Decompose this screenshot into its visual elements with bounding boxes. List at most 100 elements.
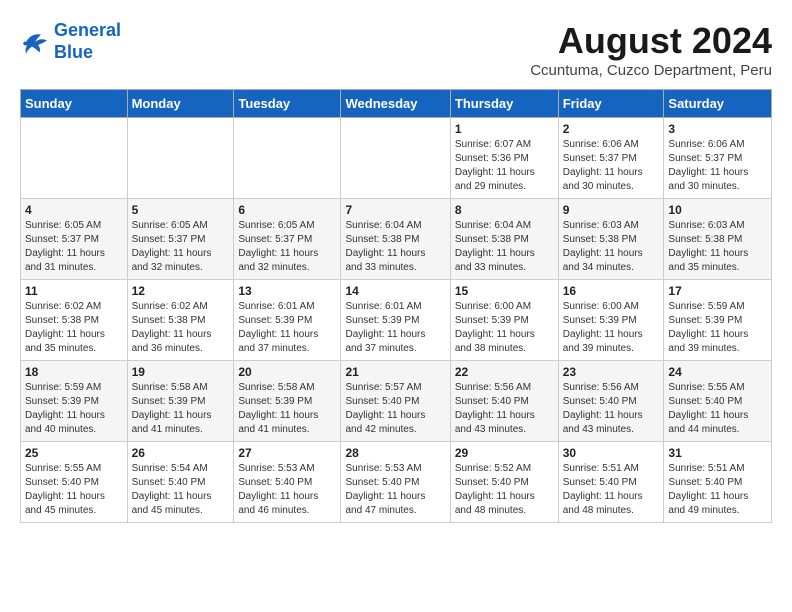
calendar-cell [341,118,450,199]
calendar-cell: 15 Sunrise: 6:00 AMSunset: 5:39 PMDayligh… [450,280,558,361]
day-number: 23 [563,365,660,379]
location: Ccuntuma, Cuzco Department, Peru [530,62,772,79]
weekday-header: Friday [558,90,664,118]
calendar-cell: 29 Sunrise: 5:52 AMSunset: 5:40 PMDayligh… [450,442,558,523]
calendar-cell [234,118,341,199]
calendar-cell: 10 Sunrise: 6:03 AMSunset: 5:38 PMDayligh… [664,199,772,280]
calendar-cell: 21 Sunrise: 5:57 AMSunset: 5:40 PMDayligh… [341,361,450,442]
logo-text: General Blue [54,20,121,63]
day-info: Sunrise: 6:01 AMSunset: 5:39 PMDaylight:… [345,300,445,356]
day-number: 20 [238,365,336,379]
day-number: 27 [238,446,336,460]
day-info: Sunrise: 6:05 AMSunset: 5:37 PMDaylight:… [132,219,230,275]
calendar-cell: 3 Sunrise: 6:06 AMSunset: 5:37 PMDaylight… [664,118,772,199]
calendar-cell: 23 Sunrise: 5:56 AMSunset: 5:40 PMDayligh… [558,361,664,442]
day-number: 13 [238,284,336,298]
calendar-cell: 7Sunrise: 6:04 AMSunset: 5:38 PMDaylight… [341,199,450,280]
day-info: Sunrise: 5:55 AMSunset: 5:40 PMDaylight:… [25,462,123,518]
day-number: 30 [563,446,660,460]
calendar-cell: 1 Sunrise: 6:07 AMSunset: 5:36 PMDaylight… [450,118,558,199]
day-info: Sunrise: 5:57 AMSunset: 5:40 PMDaylight:… [345,381,445,437]
day-info: Sunrise: 6:01 AMSunset: 5:39 PMDaylight:… [238,300,336,356]
calendar-week-row: 18 Sunrise: 5:59 AMSunset: 5:39 PMDayligh… [21,361,772,442]
calendar-cell: 5 Sunrise: 6:05 AMSunset: 5:37 PMDaylight… [127,199,234,280]
day-info: Sunrise: 6:05 AMSunset: 5:37 PMDaylight:… [25,219,123,275]
day-info: Sunrise: 5:56 AMSunset: 5:40 PMDaylight:… [563,381,660,437]
day-number: 2 [563,122,660,136]
weekday-header: Wednesday [341,90,450,118]
day-number: 15 [455,284,554,298]
calendar-cell: 24 Sunrise: 5:55 AMSunset: 5:40 PMDayligh… [664,361,772,442]
day-info: Sunrise: 6:06 AMSunset: 5:37 PMDaylight:… [668,138,767,194]
day-info: Sunrise: 5:58 AMSunset: 5:39 PMDaylight:… [132,381,230,437]
day-number: 11 [25,284,123,298]
logo-icon [20,27,50,57]
day-number: 12 [132,284,230,298]
day-info: Sunrise: 5:56 AMSunset: 5:40 PMDaylight:… [455,381,554,437]
day-number: 6 [238,203,336,217]
day-number: 1 [455,122,554,136]
day-number: 10 [668,203,767,217]
day-info: Sunrise: 5:59 AMSunset: 5:39 PMDaylight:… [668,300,767,356]
title-block: August 2024 Ccuntuma, Cuzco Department, … [530,20,772,79]
month-year: August 2024 [530,20,772,62]
calendar-cell: 12 Sunrise: 6:02 AMSunset: 5:38 PMDayligh… [127,280,234,361]
calendar-week-row: 1 Sunrise: 6:07 AMSunset: 5:36 PMDaylight… [21,118,772,199]
day-info: Sunrise: 6:05 AMSunset: 5:37 PMDaylight:… [238,219,336,275]
day-info: Sunrise: 6:06 AMSunset: 5:37 PMDaylight:… [563,138,660,194]
calendar-cell: 4Sunrise: 6:05 AMSunset: 5:37 PMDaylight… [21,199,128,280]
day-number: 9 [563,203,660,217]
day-number: 17 [668,284,767,298]
day-info: Sunrise: 6:02 AMSunset: 5:38 PMDaylight:… [25,300,123,356]
calendar-cell: 6 Sunrise: 6:05 AMSunset: 5:37 PMDaylight… [234,199,341,280]
calendar-week-row: 25 Sunrise: 5:55 AMSunset: 5:40 PMDayligh… [21,442,772,523]
calendar-cell: 13 Sunrise: 6:01 AMSunset: 5:39 PMDayligh… [234,280,341,361]
day-number: 26 [132,446,230,460]
day-number: 18 [25,365,123,379]
day-number: 3 [668,122,767,136]
calendar-cell: 30 Sunrise: 5:51 AMSunset: 5:40 PMDayligh… [558,442,664,523]
calendar-cell: 22Sunrise: 5:56 AMSunset: 5:40 PMDayligh… [450,361,558,442]
day-info: Sunrise: 5:55 AMSunset: 5:40 PMDaylight:… [668,381,767,437]
calendar-cell: 17 Sunrise: 5:59 AMSunset: 5:39 PMDayligh… [664,280,772,361]
day-number: 25 [25,446,123,460]
calendar-cell [127,118,234,199]
logo: General Blue [20,20,121,63]
calendar-cell: 11 Sunrise: 6:02 AMSunset: 5:38 PMDayligh… [21,280,128,361]
day-info: Sunrise: 5:58 AMSunset: 5:39 PMDaylight:… [238,381,336,437]
day-number: 29 [455,446,554,460]
day-number: 24 [668,365,767,379]
calendar-week-row: 4Sunrise: 6:05 AMSunset: 5:37 PMDaylight… [21,199,772,280]
calendar-cell: 28Sunrise: 5:53 AMSunset: 5:40 PMDayligh… [341,442,450,523]
day-info: Sunrise: 6:03 AMSunset: 5:38 PMDaylight:… [563,219,660,275]
weekday-header: Sunday [21,90,128,118]
day-number: 19 [132,365,230,379]
day-info: Sunrise: 5:52 AMSunset: 5:40 PMDaylight:… [455,462,554,518]
day-number: 21 [345,365,445,379]
calendar-cell: 19 Sunrise: 5:58 AMSunset: 5:39 PMDayligh… [127,361,234,442]
day-info: Sunrise: 6:02 AMSunset: 5:38 PMDaylight:… [132,300,230,356]
calendar-cell: 31Sunrise: 5:51 AMSunset: 5:40 PMDayligh… [664,442,772,523]
day-info: Sunrise: 6:03 AMSunset: 5:38 PMDaylight:… [668,219,767,275]
calendar-cell: 27Sunrise: 5:53 AMSunset: 5:40 PMDayligh… [234,442,341,523]
calendar-cell: 16Sunrise: 6:00 AMSunset: 5:39 PMDayligh… [558,280,664,361]
day-info: Sunrise: 6:07 AMSunset: 5:36 PMDaylight:… [455,138,554,194]
weekday-header: Saturday [664,90,772,118]
day-number: 5 [132,203,230,217]
calendar-cell: 18 Sunrise: 5:59 AMSunset: 5:39 PMDayligh… [21,361,128,442]
day-info: Sunrise: 5:51 AMSunset: 5:40 PMDaylight:… [668,462,767,518]
day-info: Sunrise: 5:54 AMSunset: 5:40 PMDaylight:… [132,462,230,518]
day-info: Sunrise: 6:00 AMSunset: 5:39 PMDaylight:… [455,300,554,356]
calendar-cell: 2 Sunrise: 6:06 AMSunset: 5:37 PMDaylight… [558,118,664,199]
calendar-cell [21,118,128,199]
weekday-header: Thursday [450,90,558,118]
day-number: 16 [563,284,660,298]
weekday-header: Monday [127,90,234,118]
calendar-table: SundayMondayTuesdayWednesdayThursdayFrid… [20,89,772,523]
day-info: Sunrise: 6:04 AMSunset: 5:38 PMDaylight:… [345,219,445,275]
day-info: Sunrise: 5:59 AMSunset: 5:39 PMDaylight:… [25,381,123,437]
calendar-cell: 20 Sunrise: 5:58 AMSunset: 5:39 PMDayligh… [234,361,341,442]
calendar-cell: 9 Sunrise: 6:03 AMSunset: 5:38 PMDaylight… [558,199,664,280]
day-number: 28 [345,446,445,460]
day-info: Sunrise: 5:51 AMSunset: 5:40 PMDaylight:… [563,462,660,518]
